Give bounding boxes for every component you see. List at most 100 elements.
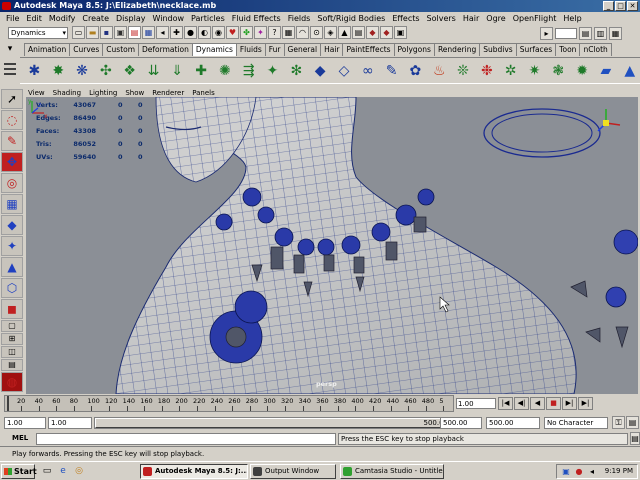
nail-constraint-icon[interactable]: ✎ — [381, 60, 402, 81]
playback-end-field[interactable]: 500.00 — [440, 417, 482, 429]
constraint-icon[interactable]: ∞ — [357, 60, 378, 81]
maximize-button[interactable]: □ — [615, 1, 626, 11]
shelf-tab-dynamics[interactable]: Dynamics — [191, 43, 237, 56]
start-time-field[interactable]: 1.00 — [4, 417, 46, 429]
air-field-icon[interactable]: ✣ — [95, 60, 116, 81]
render-icon[interactable]: ◆ — [366, 26, 379, 39]
new-scene-icon[interactable]: ▭ — [72, 26, 85, 39]
select-by-curve-icon[interactable]: ◐ — [198, 26, 211, 39]
menu-file[interactable]: File — [6, 14, 19, 23]
panel-menu-shading[interactable]: Shading — [53, 89, 81, 97]
fire-effect-icon[interactable]: ♨ — [429, 60, 450, 81]
extra-tool-icon[interactable]: ◼ — [1, 299, 23, 319]
shelf-tab-ncloth[interactable]: nCloth — [579, 43, 612, 56]
panel-menu-view[interactable]: View — [28, 89, 45, 97]
menu-edit[interactable]: Edit — [26, 14, 42, 23]
uniform-field-icon[interactable]: ⇶ — [238, 60, 259, 81]
select-by-joint-icon[interactable]: ● — [184, 26, 197, 39]
close-button[interactable]: ✕ — [627, 1, 638, 11]
gravity-field-icon[interactable]: ⇊ — [143, 60, 164, 81]
lock-selection-icon[interactable]: ◂ — [156, 26, 169, 39]
play-backwards-button[interactable]: ◀ — [530, 397, 545, 410]
step-forward-key-button[interactable]: ▶| — [562, 397, 577, 410]
menu-particles[interactable]: Particles — [191, 14, 225, 23]
shelf-tab-painteffects[interactable]: PaintEffects — [342, 43, 395, 56]
smoke-effect-icon[interactable]: ❊ — [453, 60, 474, 81]
current-frame-field[interactable]: 1.00 — [456, 398, 496, 409]
radial-field-icon[interactable]: ✚ — [191, 60, 212, 81]
volume-icon[interactable]: ◂ — [587, 467, 597, 477]
move-tool-icon[interactable]: ✥ — [1, 152, 23, 172]
menu-soft-rigid-bodies[interactable]: Soft/Rigid Bodies — [317, 14, 385, 23]
start-button[interactable]: Start — [1, 464, 37, 479]
shelf-tab-hair[interactable]: Hair — [320, 43, 344, 56]
character-set-dropdown[interactable]: No Character Set — [544, 417, 608, 438]
menu-window[interactable]: Window — [153, 14, 185, 23]
key-icon[interactable]: ⚿ — [612, 416, 625, 429]
select-object-icon[interactable]: ▤ — [128, 26, 141, 39]
input-line-field[interactable] — [555, 28, 577, 39]
menu-create[interactable]: Create — [82, 14, 109, 23]
fireworks-effect-icon[interactable]: ❉ — [476, 60, 497, 81]
command-language-toggle[interactable]: MEL — [12, 433, 28, 444]
minimize-button[interactable]: _ — [603, 1, 614, 11]
select-component-icon[interactable]: ▦ — [142, 26, 155, 39]
media-icon[interactable]: ◎ — [72, 465, 86, 478]
fluid-container-icon[interactable]: ▰ — [596, 60, 617, 81]
taskbar-camtasia-button[interactable]: Camtasia Studio - Untitle... — [340, 464, 444, 479]
panel-menu-renderer[interactable]: Renderer — [152, 89, 184, 97]
shelf-tab-animation[interactable]: Animation — [24, 43, 71, 56]
outliner-layout-icon[interactable]: ▤ — [1, 359, 23, 371]
lightning-effect-icon[interactable]: ✲ — [500, 60, 521, 81]
menu-ogre[interactable]: Ogre — [486, 14, 505, 23]
shelf-tab-curves[interactable]: Curves — [69, 43, 104, 56]
time-ruler[interactable]: 20 40 60 80 100 120 140 160 180 200 220 240 260 280 30… — [4, 395, 454, 412]
show-desktop-icon[interactable]: ▭ — [40, 465, 54, 478]
panel-menu-lighting[interactable]: Lighting — [89, 89, 117, 97]
select-by-dynamics-icon[interactable]: ✤ — [240, 26, 253, 39]
menu-fluid-effects[interactable]: Fluid Effects — [232, 14, 281, 23]
ipr-render-icon[interactable]: ◆ — [380, 26, 393, 39]
manipulator-tool-icon[interactable]: ◆ — [1, 215, 23, 235]
turbulence-field-icon[interactable]: ✺ — [215, 60, 236, 81]
four-pane-layout-icon[interactable]: ⊞ — [1, 333, 23, 345]
shelf-tab-subdivs[interactable]: Subdivs — [479, 43, 517, 56]
stop-button[interactable]: ■ — [546, 397, 561, 410]
select-hierarchy-icon[interactable]: ▣ — [114, 26, 127, 39]
show-attribute-editor-icon[interactable]: ▤ — [579, 27, 592, 40]
panel-menu-show[interactable]: Show — [125, 89, 144, 97]
shelf-tab-fur[interactable]: Fur — [264, 43, 285, 56]
end-time-field[interactable]: 500.00 — [486, 417, 540, 429]
step-back-key-button[interactable]: ◀| — [514, 397, 529, 410]
snap-point-icon[interactable]: ⊙ — [310, 26, 323, 39]
make-live-icon[interactable]: ▲ — [338, 26, 351, 39]
omni-emitter-icon[interactable]: ❋ — [72, 60, 93, 81]
soft-body-icon[interactable]: ✿ — [405, 60, 426, 81]
save-scene-icon[interactable]: ▪ — [100, 26, 113, 39]
shelf-tab-custom[interactable]: Custom — [102, 43, 140, 56]
passive-body-icon[interactable]: ◇ — [334, 60, 355, 81]
open-scene-icon[interactable]: ▬ — [86, 26, 99, 39]
newton-field-icon[interactable]: ⇓ — [167, 60, 188, 81]
rigid-body-icon[interactable]: ◆ — [310, 60, 331, 81]
select-by-handle-icon[interactable]: ✚ — [170, 26, 183, 39]
shelf-menu-icon[interactable] — [4, 60, 18, 80]
single-pane-layout-icon[interactable]: ▢ — [1, 320, 23, 332]
panel-menu-panels[interactable]: Panels — [192, 89, 215, 97]
graph-layout-icon[interactable]: ◍ — [1, 372, 23, 392]
shelf-options-icon[interactable]: ▾ — [4, 44, 16, 55]
vortex-field-icon[interactable]: ✦ — [262, 60, 283, 81]
shatter-effect-icon[interactable]: ✷ — [524, 60, 545, 81]
command-input[interactable] — [36, 433, 336, 445]
snap-grid-icon[interactable]: ▦ — [282, 26, 295, 39]
taskbar-maya-button[interactable]: Autodesk Maya 8.5: J:... — [140, 464, 248, 479]
select-by-misc-icon[interactable]: ? — [268, 26, 281, 39]
surface-flow-icon[interactable]: ✹ — [572, 60, 593, 81]
shelf-tab-general[interactable]: General — [283, 43, 322, 56]
select-by-deformer-icon[interactable]: ♥ — [226, 26, 239, 39]
component-tool-icon[interactable]: ⬡ — [1, 278, 23, 298]
shelf-tab-rendering[interactable]: Rendering — [433, 43, 481, 56]
show-channel-box-icon[interactable]: ▥ — [594, 27, 607, 40]
shelf-tab-polygons[interactable]: Polygons — [393, 43, 435, 56]
curve-flow-icon[interactable]: ❃ — [548, 60, 569, 81]
